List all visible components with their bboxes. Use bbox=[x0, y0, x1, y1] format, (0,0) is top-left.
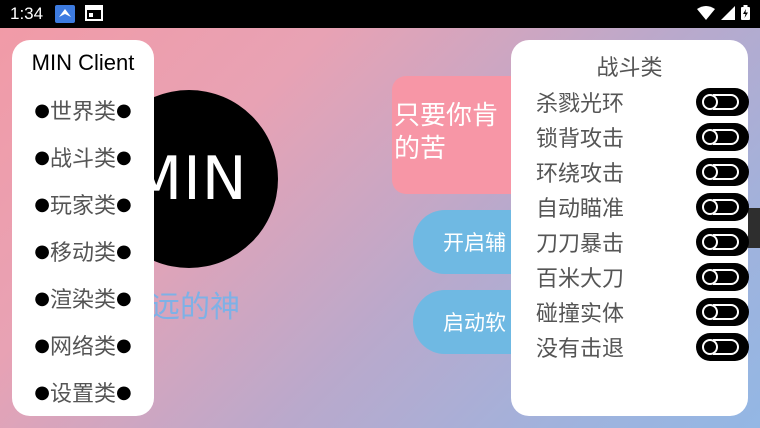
menu-item-label: 设置类 bbox=[49, 382, 116, 407]
cellular-icon bbox=[721, 5, 735, 24]
toggle-track bbox=[713, 304, 739, 320]
menu-item-combat[interactable]: ● 战斗类 ● bbox=[12, 141, 154, 173]
toggle-row-kill-aura: 杀戮光环 bbox=[536, 86, 749, 118]
notification-app-icon bbox=[55, 5, 76, 23]
kill-aura-toggle[interactable] bbox=[696, 88, 749, 116]
orbit-attack-toggle[interactable] bbox=[696, 158, 749, 186]
menu-item-label: 战斗类 bbox=[49, 147, 116, 172]
menu-item-label: 移动类 bbox=[49, 241, 116, 266]
battery-icon bbox=[741, 4, 750, 24]
wifi-icon bbox=[697, 5, 715, 24]
menu-item-movement[interactable]: ● 移动类 ● bbox=[12, 235, 154, 267]
panel-title: 战斗类 bbox=[596, 56, 663, 81]
toggle-label: 环绕攻击 bbox=[536, 162, 625, 187]
toggle-label: 碰撞实体 bbox=[536, 302, 625, 327]
toggle-track bbox=[713, 164, 739, 180]
bullet-icon: ● bbox=[116, 146, 132, 168]
toggle-label: 没有击退 bbox=[536, 337, 625, 362]
bullet-icon: ● bbox=[34, 240, 50, 262]
bullet-icon: ● bbox=[116, 334, 132, 356]
bullet-icon: ● bbox=[116, 240, 132, 262]
menu-item-label: 世界类 bbox=[49, 100, 116, 125]
toggle-row-orbit-attack: 环绕攻击 bbox=[536, 156, 749, 188]
bullet-icon: ● bbox=[34, 334, 50, 356]
tagline: 远的神 bbox=[150, 290, 240, 325]
toggle-label: 锁背攻击 bbox=[536, 127, 625, 152]
toggle-track bbox=[713, 94, 739, 110]
bullet-icon: ● bbox=[116, 287, 132, 309]
no-knockback-toggle[interactable] bbox=[696, 333, 749, 361]
back-attack-toggle[interactable] bbox=[696, 123, 749, 151]
menu-item-render[interactable]: ● 渲染类 ● bbox=[12, 282, 154, 314]
long-reach-toggle[interactable] bbox=[696, 263, 749, 291]
toggle-row-always-crit: 刀刀暴击 bbox=[536, 226, 749, 258]
menu-item-network[interactable]: ● 网络类 ● bbox=[12, 329, 154, 361]
bullet-icon: ● bbox=[34, 99, 50, 121]
toggle-row-entity-collision: 碰撞实体 bbox=[536, 296, 749, 328]
menu-title: MIN Client bbox=[31, 50, 135, 75]
toggle-label: 杀戮光环 bbox=[536, 92, 625, 117]
bullet-icon: ● bbox=[34, 146, 50, 168]
category-menu: MIN Client ● 世界类 ● ● 战斗类 ● ● 玩家类 ● ● 移动类… bbox=[12, 40, 154, 416]
menu-item-label: 网络类 bbox=[49, 335, 116, 360]
aimbot-toggle[interactable] bbox=[696, 193, 749, 221]
always-crit-toggle[interactable] bbox=[696, 228, 749, 256]
status-time: 1:34 bbox=[10, 4, 44, 23]
menu-item-label: 玩家类 bbox=[49, 194, 116, 219]
status-bar: 1:34 bbox=[0, 0, 760, 28]
toggle-label: 刀刀暴击 bbox=[536, 232, 625, 257]
toggle-label: 百米大刀 bbox=[536, 267, 625, 292]
toggle-row-back-attack: 锁背攻击 bbox=[536, 121, 749, 153]
bullet-icon: ● bbox=[34, 287, 50, 309]
entity-collision-toggle[interactable] bbox=[696, 298, 749, 326]
bullet-icon: ● bbox=[116, 99, 132, 121]
toggle-track bbox=[713, 234, 739, 250]
bullet-icon: ● bbox=[116, 381, 132, 403]
combat-settings-panel: 战斗类 杀戮光环 锁背攻击 环绕攻击 自动瞄准 刀刀暴击 百米大刀 碰撞实体 没… bbox=[511, 40, 749, 416]
toggle-row-no-knockback: 没有击退 bbox=[536, 331, 749, 363]
toggle-row-long-reach: 百米大刀 bbox=[536, 261, 749, 293]
bullet-icon: ● bbox=[116, 193, 132, 215]
toggle-track bbox=[713, 129, 739, 145]
bullet-icon: ● bbox=[34, 381, 50, 403]
toggle-label: 自动瞄准 bbox=[536, 197, 625, 222]
calendar-icon bbox=[85, 5, 105, 23]
menu-item-label: 渲染类 bbox=[49, 288, 116, 313]
toggle-row-aimbot: 自动瞄准 bbox=[536, 191, 749, 223]
toggle-track bbox=[713, 339, 739, 355]
toggle-track bbox=[713, 269, 739, 285]
bullet-icon: ● bbox=[34, 193, 50, 215]
menu-item-settings[interactable]: ● 设置类 ● bbox=[12, 376, 154, 408]
toggle-track bbox=[713, 199, 739, 215]
menu-item-player[interactable]: ● 玩家类 ● bbox=[12, 188, 154, 220]
menu-item-world[interactable]: ● 世界类 ● bbox=[12, 94, 154, 126]
